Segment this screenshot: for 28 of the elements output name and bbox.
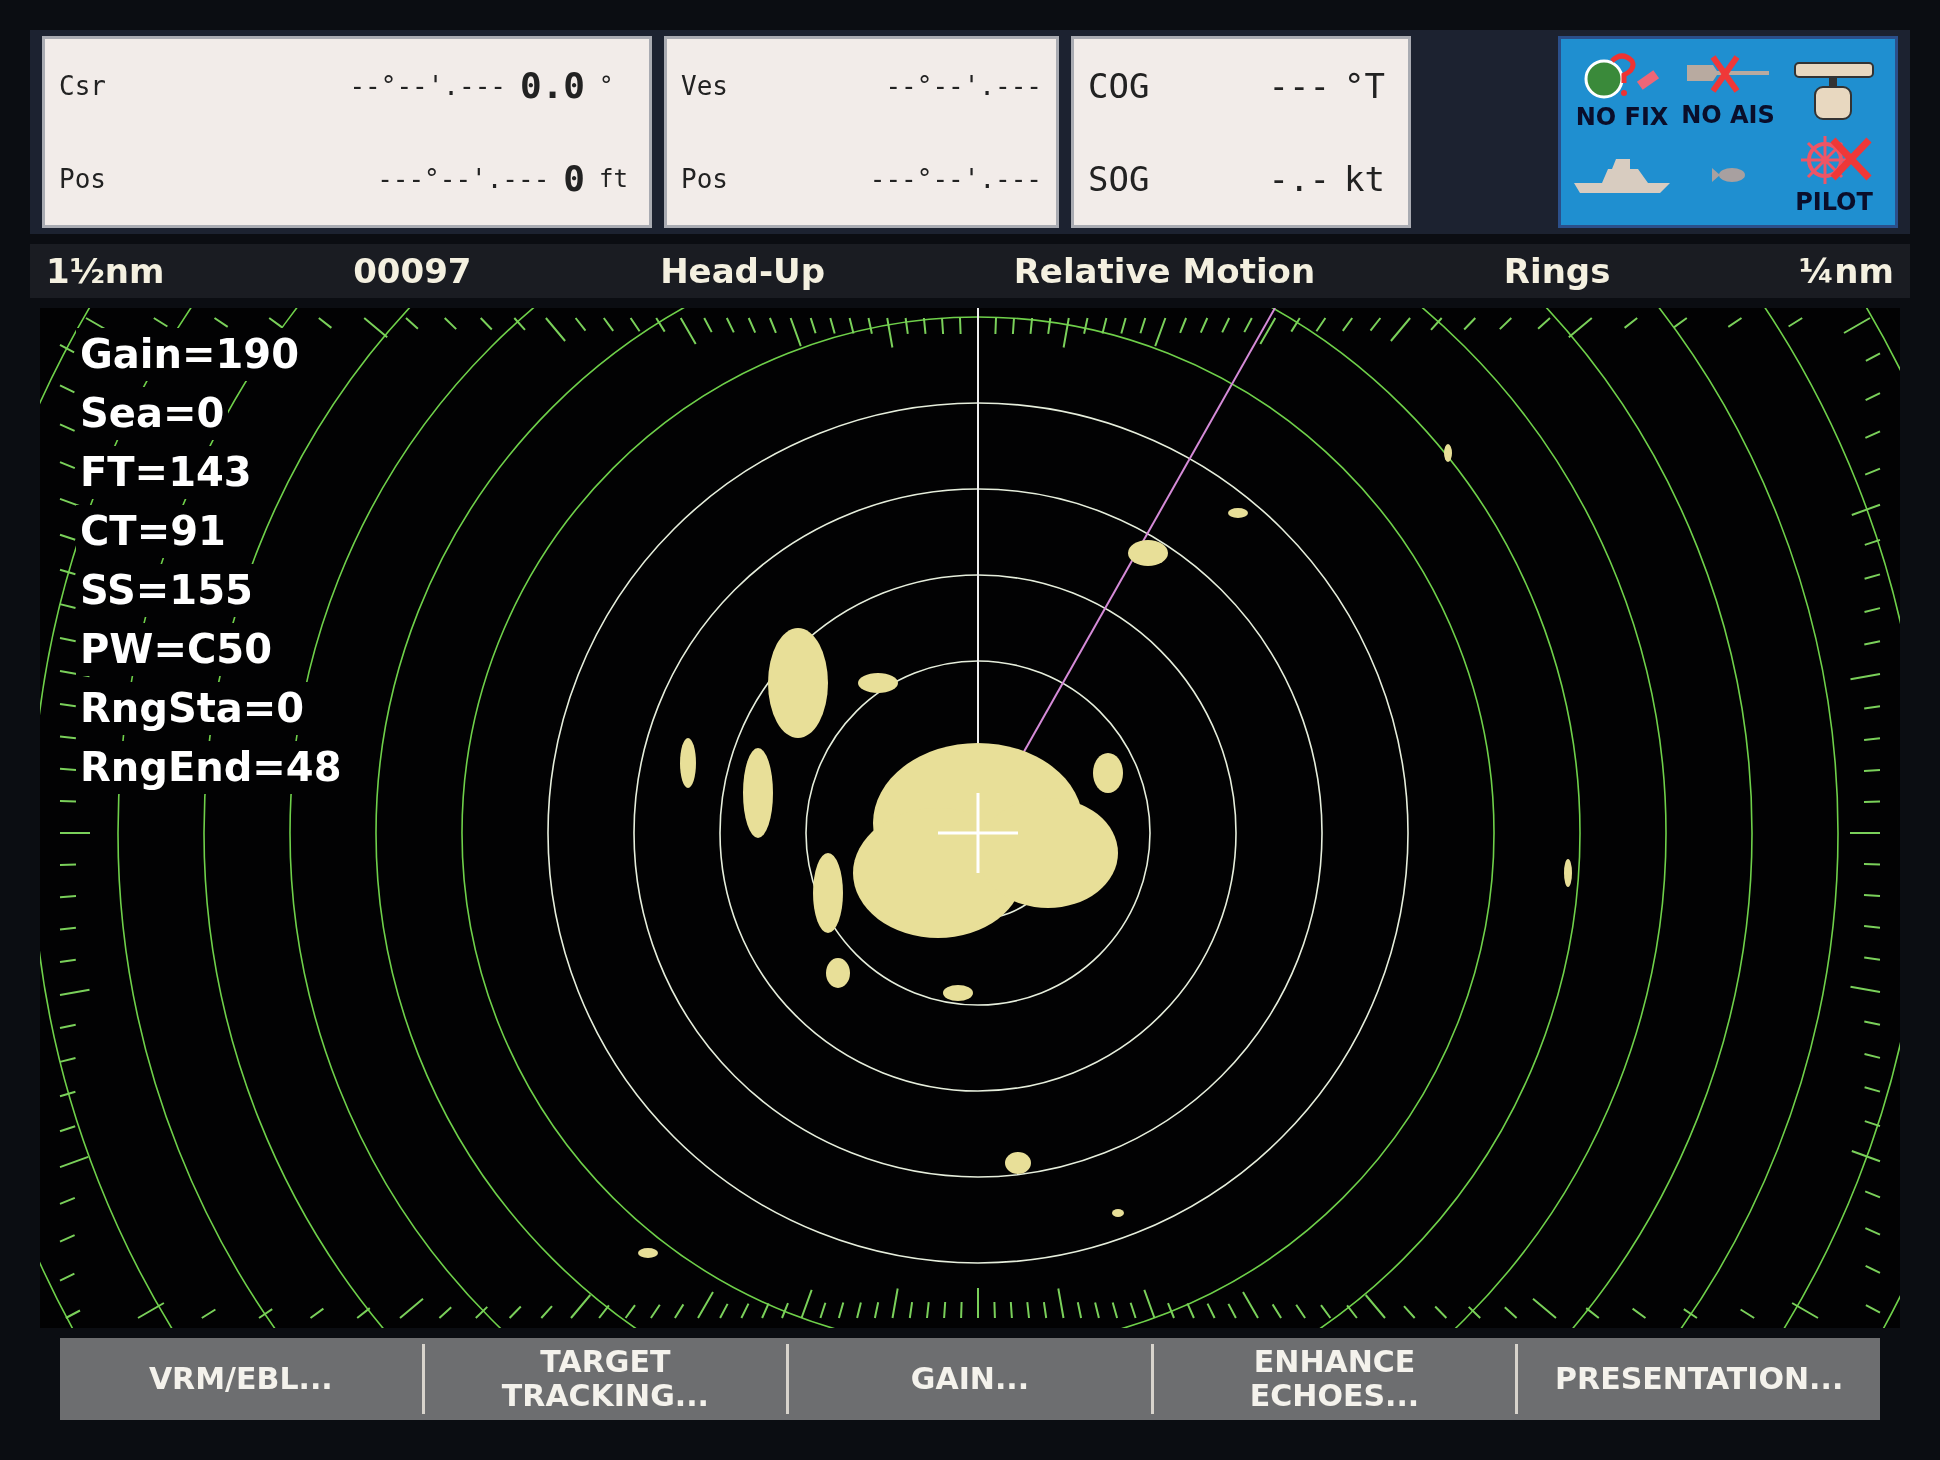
coordinate-value: ---°--'.--- (868, 163, 1042, 194)
status-label: NO AIS (1681, 100, 1775, 129)
field-value: 0 (563, 158, 585, 200)
coordinate-value: --°--'.--- (884, 70, 1042, 101)
field-label: Csr (59, 70, 107, 101)
status-text: Head-Up (660, 251, 825, 292)
status-text: Relative Motion (1013, 251, 1316, 292)
field-value: 0.0 (519, 65, 585, 107)
unit-label: ft (599, 164, 629, 193)
field-value: -.- (1268, 158, 1330, 199)
unit-label: ° (599, 71, 615, 100)
status-label: NO FIX (1575, 102, 1669, 131)
field-label: Pos (59, 163, 107, 194)
status-text: Rings (1503, 251, 1611, 292)
field-value: --- (1268, 65, 1330, 106)
unit-label: kt (1344, 158, 1386, 199)
field-label: Pos (681, 163, 729, 194)
crosshair-icon (936, 791, 1020, 875)
field-label: COG (1088, 65, 1151, 106)
field-label: Ves (681, 70, 729, 101)
status-text: 00097 (353, 251, 472, 292)
coordinate-value: ---°--'.--- (376, 163, 550, 194)
status-text: 1½nm (46, 251, 165, 292)
coordinate-value: --°--'.--- (348, 70, 506, 101)
status-label: PILOT (1795, 187, 1873, 216)
status-text: ¼nm (1799, 251, 1894, 292)
unit-label: °T (1344, 65, 1386, 106)
field-label: SOG (1088, 158, 1151, 199)
